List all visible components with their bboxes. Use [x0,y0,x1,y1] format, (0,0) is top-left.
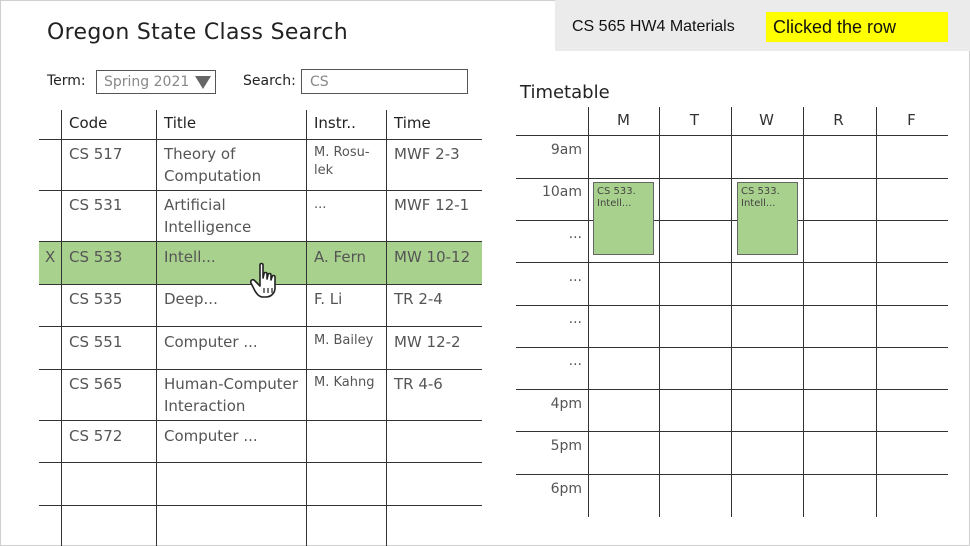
course-time: TR 4-6 [394,375,443,393]
course-title: Intell... [164,248,216,266]
grid-line [876,107,877,517]
grid-line [516,178,948,179]
table-rule [39,505,482,506]
day-header-r: R [833,111,844,129]
course-title-line2: Intelligence [164,218,252,236]
table-divider [386,110,387,546]
hand-cursor-icon [250,262,276,298]
class-block-wednesday[interactable]: CS 533. Intell... [737,182,798,255]
table-rule [39,241,482,242]
time-label: 5pm [550,438,582,454]
course-instructor: M. Bailey [314,333,374,348]
time-label: ... [568,269,582,285]
course-time: MW 12-2 [394,333,461,351]
day-header-f: F [907,111,916,129]
course-code: CS 517 [69,145,123,163]
class-block-code: CS 533. [597,186,636,197]
grid-line [516,135,948,136]
grid-line [516,262,948,263]
grid-line [516,389,948,390]
selected-marker: X [45,248,56,266]
term-label: Term: [47,73,86,89]
time-label: ... [568,311,582,327]
time-label: 6pm [550,481,582,497]
class-block-title: Intell... [597,198,632,209]
chevron-down-icon [195,76,211,89]
table-divider [61,110,62,546]
time-label: 10am [541,184,582,200]
grid-line [803,107,804,517]
time-label: 9am [550,142,582,158]
column-header-instructor[interactable]: Instr.. [314,114,356,132]
timetable-title: Timetable [520,82,610,103]
course-title: Computer ... [164,427,258,445]
search-input[interactable] [301,69,468,94]
term-value: Spring 2021 [104,74,190,90]
table-rule [39,190,482,191]
course-title-line2: Computation [164,167,262,185]
time-label: ... [568,353,582,369]
course-code: CS 551 [69,333,123,351]
course-title: Human-Computer [164,375,299,393]
course-time: TR 2-4 [394,290,443,308]
course-instructor-line2: lek [314,163,334,178]
class-block-monday[interactable]: CS 533. Intell... [593,182,654,255]
course-title: Computer ... [164,333,258,351]
grid-line [588,107,589,517]
table-rule [39,139,482,140]
course-code: CS 533 [69,248,123,266]
grid-line [516,431,948,432]
course-time: MWF 2-3 [394,145,460,163]
search-label: Search: [243,73,296,89]
grid-line [516,474,948,475]
course-code: CS 565 [69,375,123,393]
course-instructor: A. Fern [314,248,366,266]
column-header-title[interactable]: Title [164,114,196,132]
grid-line [516,305,948,306]
column-header-code[interactable]: Code [69,114,107,132]
table-divider [156,110,157,546]
day-header-m: M [617,111,630,129]
course-code: CS 531 [69,196,123,214]
grid-line [516,220,948,221]
table-rule [39,420,482,421]
grid-line [516,347,948,348]
course-instructor: F. Li [314,290,343,308]
course-instructor: M. Rosu- [314,145,370,160]
assignment-title: CS 565 HW4 Materials [572,18,735,35]
class-block-title: Intell... [741,198,776,209]
course-code: CS 572 [69,427,123,445]
course-title: Artificial [164,196,226,214]
day-header-t: T [689,111,700,129]
status-badge: Clicked the row [766,12,948,42]
day-header-w: W [759,111,774,129]
table-rule [39,462,482,463]
grid-line [731,107,732,517]
course-title-line2: Interaction [164,397,246,415]
app-title: Oregon State Class Search [47,20,348,45]
term-select[interactable]: Spring 2021 [96,70,216,94]
grid-line [659,107,660,517]
column-header-time[interactable]: Time [394,114,431,132]
table-rule [39,369,482,370]
course-instructor: M. Kahng [314,375,375,390]
time-label: 4pm [550,396,582,412]
table-divider [306,110,307,546]
course-title: Deep... [164,290,218,308]
course-code: CS 535 [69,290,123,308]
course-title: Theory of [164,145,236,163]
course-time: MW 10-12 [394,248,471,266]
table-rule [39,326,482,327]
course-time: MWF 12-1 [394,196,470,214]
class-block-code: CS 533. [741,186,780,197]
course-instructor: ... [314,197,327,212]
time-label: ... [568,226,582,242]
